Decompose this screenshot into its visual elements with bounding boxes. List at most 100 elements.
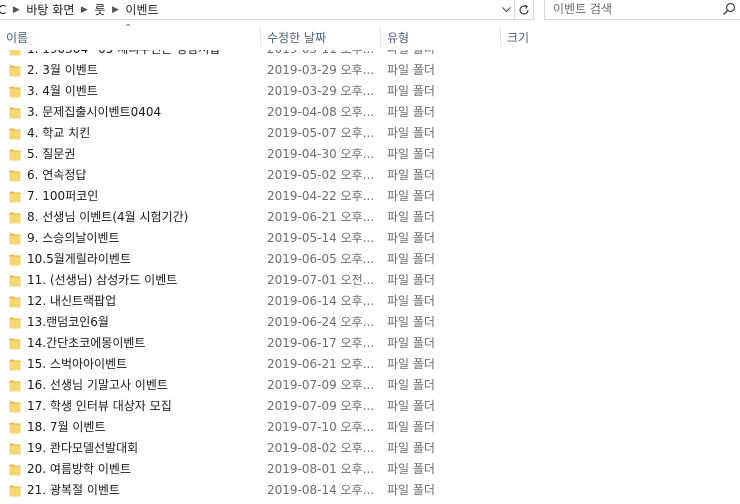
folder-icon	[9, 317, 21, 329]
file-name: 18. 7월 이벤트	[27, 420, 106, 434]
file-name: 3. 4월 이벤트	[27, 84, 98, 98]
file-row[interactable]: 11. (선생님) 삼성카드 이벤트 2019-07-01 오전... 파일 폴더	[0, 270, 740, 291]
file-name: 7. 100퍼코인	[27, 189, 99, 203]
file-name: 9. 스승의날이벤트	[27, 231, 120, 245]
breadcrumb-current[interactable]: 이벤트	[123, 1, 160, 19]
file-explorer-window: C ▶ 바탕 화면 ▶ 룻 ▶ 이벤트 1. 190304~05 셰리우린쓴 명…	[0, 0, 740, 504]
file-name: 6. 연속정답	[27, 168, 87, 182]
file-name: 15. 스벅아아이벤트	[27, 357, 128, 371]
file-row[interactable]: 14.간단초코에몽이벤트 2019-06-17 오후... 파일 폴더	[0, 333, 740, 354]
file-list[interactable]: 1. 190304~05 셰리우린쓴 명함서합2019-03-11 오후...파…	[0, 40, 740, 504]
folder-icon	[9, 86, 21, 98]
chevron-right-icon[interactable]: ▶	[76, 1, 92, 19]
file-row[interactable]: 2. 3월 이벤트 2019-03-29 오후... 파일 폴더	[0, 60, 740, 81]
file-row[interactable]: 21. 광복절 이벤트 2019-08-14 오후... 파일 폴더	[0, 480, 740, 501]
folder-icon	[9, 149, 21, 161]
file-row[interactable]: 20. 여름방학 이벤트 2019-08-01 오후... 파일 폴더	[0, 459, 740, 480]
breadcrumb-desktop[interactable]: 바탕 화면	[24, 1, 76, 19]
file-date-modified: 2019-06-21 오후...	[267, 210, 375, 224]
file-row[interactable]: 8. 선생님 이벤트(4월 시험기간) 2019-06-21 오후... 파일 폴더	[0, 207, 740, 228]
file-row[interactable]: 5. 질문권 2019-04-30 오후... 파일 폴더	[0, 144, 740, 165]
folder-icon	[9, 233, 21, 245]
chevron-right-icon[interactable]: ▶	[107, 1, 123, 19]
search-box[interactable]	[544, 0, 740, 20]
breadcrumb-folder[interactable]: 룻	[92, 1, 107, 19]
file-type: 파일 폴더	[387, 294, 435, 308]
file-date-modified: 2019-04-30 오후...	[267, 147, 375, 161]
file-row[interactable]: 18. 7월 이벤트 2019-07-10 오후... 파일 폴더	[0, 417, 740, 438]
file-type: 파일 폴더	[387, 315, 435, 329]
file-type: 파일 폴더	[387, 168, 435, 182]
file-row[interactable]: 15. 스벅아아이벤트 2019-06-21 오후... 파일 폴더	[0, 354, 740, 375]
file-date-modified: 2019-07-10 오후...	[267, 420, 375, 434]
breadcrumb-drive[interactable]: C	[0, 1, 8, 19]
file-row[interactable]: 19. 콴다모델선발대회 2019-08-02 오후... 파일 폴더	[0, 438, 740, 459]
file-date-modified: 2019-03-29 오후...	[267, 84, 375, 98]
file-date-modified: 2019-05-02 오후...	[267, 168, 375, 182]
file-type: 파일 폴더	[387, 483, 435, 497]
file-name: 8. 선생님 이벤트(4월 시험기간)	[27, 210, 189, 224]
file-row[interactable]: 17. 학생 인터뷰 대상자 모집 2019-07-09 오후... 파일 폴더	[0, 396, 740, 417]
chevron-right-icon[interactable]: ▶	[8, 1, 24, 19]
folder-icon	[9, 380, 21, 392]
file-name: 10.5월게릴라이벤트	[27, 252, 131, 266]
folder-icon	[9, 170, 21, 182]
folder-icon	[9, 443, 21, 455]
file-name: 5. 질문권	[27, 147, 76, 161]
file-name: 20. 여름방학 이벤트	[27, 462, 131, 476]
file-date-modified: 2019-04-08 오후...	[267, 105, 375, 119]
column-header-size[interactable]: 크기	[501, 26, 581, 50]
file-type: 파일 폴더	[387, 252, 435, 266]
file-date-modified: 2019-05-07 오후...	[267, 126, 375, 140]
file-name: 11. (선생님) 삼성카드 이벤트	[27, 273, 178, 287]
file-type: 파일 폴더	[387, 378, 435, 392]
file-name: 2. 3월 이벤트	[27, 63, 98, 77]
folder-icon	[9, 401, 21, 413]
file-row[interactable]: 10.5월게릴라이벤트 2019-06-05 오후... 파일 폴더	[0, 249, 740, 270]
file-date-modified: 2019-06-05 오후...	[267, 252, 375, 266]
navigation-bar: C ▶ 바탕 화면 ▶ 룻 ▶ 이벤트	[0, 0, 740, 26]
file-date-modified: 2019-07-09 오후...	[267, 378, 375, 392]
file-name: 14.간단초코에몽이벤트	[27, 336, 146, 350]
file-name: 21. 광복절 이벤트	[27, 483, 120, 497]
folder-icon	[9, 191, 21, 203]
file-row[interactable]: 16. 선생님 기말고사 이벤트 2019-07-09 오후... 파일 폴더	[0, 375, 740, 396]
file-date-modified: 2019-04-22 오후...	[267, 189, 375, 203]
file-date-modified: 2019-05-14 오후...	[267, 231, 375, 245]
column-header-type[interactable]: 유형	[381, 26, 500, 50]
file-row[interactable]: 3. 문제집출시이벤트0404 2019-04-08 오후... 파일 폴더	[0, 102, 740, 123]
file-type: 파일 폴더	[387, 210, 435, 224]
file-date-modified: 2019-07-09 오후...	[267, 399, 375, 413]
file-row[interactable]: 12. 내신트랙팝업 2019-06-14 오후... 파일 폴더	[0, 291, 740, 312]
search-input[interactable]	[545, 0, 723, 18]
file-name: 3. 문제집출시이벤트0404	[27, 105, 162, 119]
file-type: 파일 폴더	[387, 462, 435, 476]
file-date-modified: 2019-03-29 오후...	[267, 63, 375, 77]
file-row[interactable]: 6. 연속정답 2019-05-02 오후... 파일 폴더	[0, 165, 740, 186]
folder-icon	[9, 359, 21, 371]
file-type: 파일 폴더	[387, 336, 435, 350]
file-row[interactable]: 9. 스승의날이벤트 2019-05-14 오후... 파일 폴더	[0, 228, 740, 249]
folder-icon	[9, 464, 21, 476]
file-name: 13.랜덤코인6월	[27, 315, 109, 329]
file-type: 파일 폴더	[387, 126, 435, 140]
file-type: 파일 폴더	[387, 399, 435, 413]
refresh-icon[interactable]	[514, 0, 533, 19]
column-header-name[interactable]: 이름	[0, 26, 260, 50]
file-row[interactable]: 13.랜덤코인6월 2019-06-24 오후... 파일 폴더	[0, 312, 740, 333]
file-date-modified: 2019-08-14 오후...	[267, 483, 375, 497]
column-header-date[interactable]: 수정한 날짜	[261, 26, 380, 50]
folder-icon	[9, 338, 21, 350]
chevron-down-icon[interactable]	[498, 0, 514, 19]
file-row[interactable]: 7. 100퍼코인 2019-04-22 오후... 파일 폴더	[0, 186, 740, 207]
search-icon[interactable]	[722, 2, 736, 16]
file-type: 파일 폴더	[387, 231, 435, 245]
file-row[interactable]: 4. 학교 치킨 2019-05-07 오후... 파일 폴더	[0, 123, 740, 144]
folder-icon	[9, 107, 21, 119]
file-name: 16. 선생님 기말고사 이벤트	[27, 378, 168, 392]
file-date-modified: 2019-07-01 오전...	[267, 273, 375, 287]
file-row[interactable]: 3. 4월 이벤트 2019-03-29 오후... 파일 폴더	[0, 81, 740, 102]
file-type: 파일 폴더	[387, 147, 435, 161]
address-bar[interactable]: C ▶ 바탕 화면 ▶ 룻 ▶ 이벤트	[0, 0, 534, 20]
folder-icon	[9, 275, 21, 287]
